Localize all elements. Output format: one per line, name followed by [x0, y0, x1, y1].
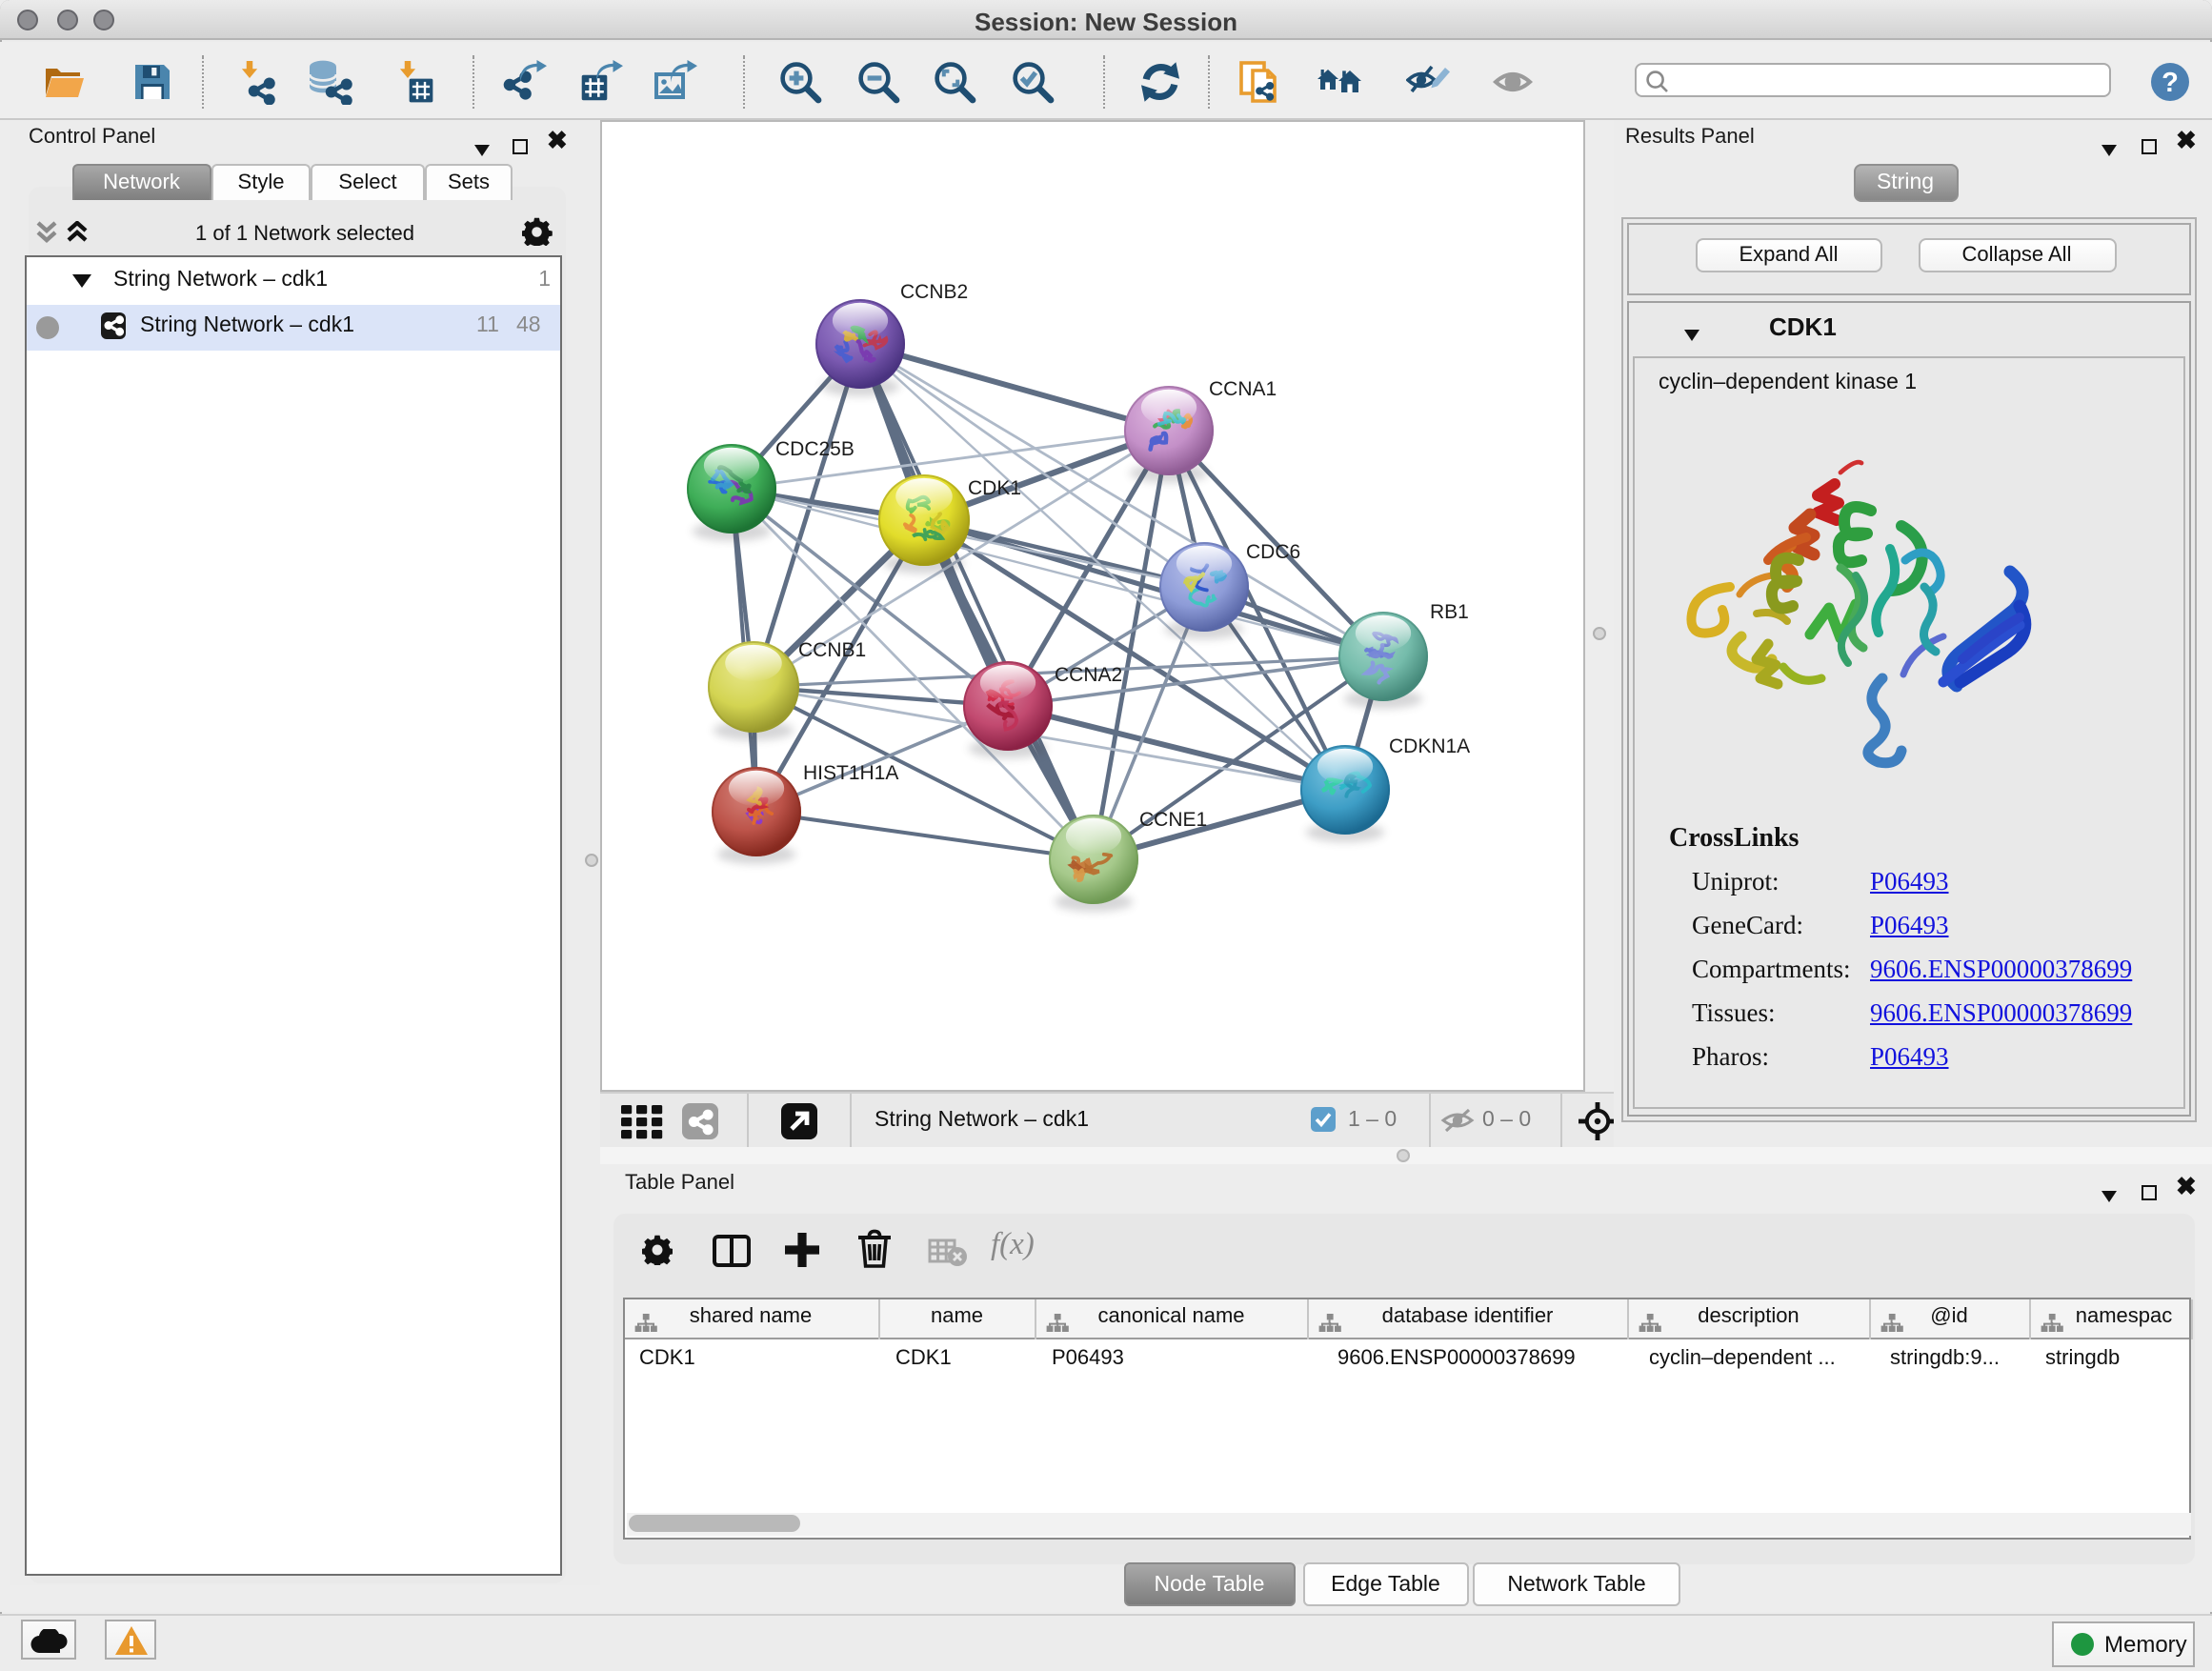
svg-text:CDC6: CDC6	[1246, 540, 1300, 562]
svg-text:CDKN1A: CDKN1A	[1389, 735, 1470, 756]
svg-text:?: ?	[2162, 67, 2179, 97]
svg-text:HIST1H1A: HIST1H1A	[803, 761, 898, 783]
svg-text:CCNA2: CCNA2	[1055, 663, 1122, 685]
svg-text:CDC25B: CDC25B	[775, 437, 855, 459]
svg-text:RB1: RB1	[1430, 600, 1469, 622]
svg-text:CCNB1: CCNB1	[798, 638, 866, 660]
svg-text:CDK1: CDK1	[968, 476, 1021, 498]
svg-text:CCNB2: CCNB2	[900, 280, 968, 302]
svg-text:CCNE1: CCNE1	[1139, 808, 1207, 830]
svg-text:CCNA1: CCNA1	[1209, 377, 1277, 399]
